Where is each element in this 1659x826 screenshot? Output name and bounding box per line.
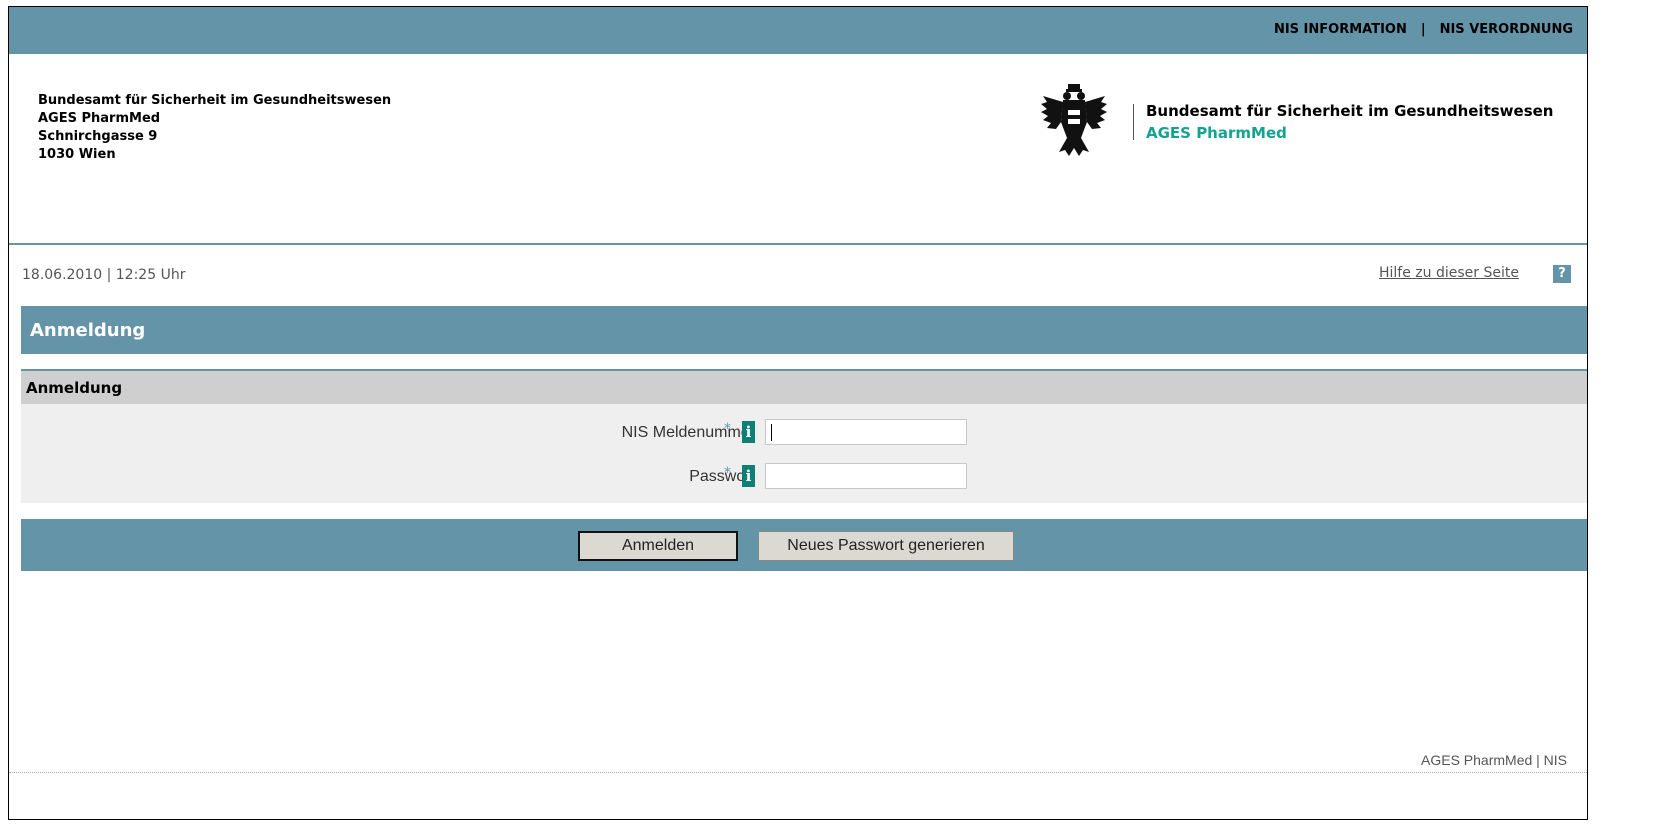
header-divider: [9, 243, 1587, 245]
logo-divider: [1133, 104, 1134, 140]
page-frame: NIS INFORMATION | NIS VERORDNUNG Bundesamt…: [8, 6, 1588, 820]
login-button[interactable]: Anmelden: [578, 531, 738, 561]
section-header: Anmeldung: [21, 371, 1587, 404]
required-marker: *: [724, 421, 731, 437]
date-time: 18.06.2010 | 12:25 Uhr: [22, 267, 186, 283]
meldenummer-input[interactable]: [765, 419, 967, 445]
login-section: Anmeldung NIS Meldenummer * i Passwort *…: [21, 369, 1587, 503]
info-icon[interactable]: i: [742, 465, 755, 487]
nav-separator: |: [1420, 22, 1426, 37]
help-icon[interactable]: ?: [1553, 265, 1571, 283]
nav-nis-information[interactable]: NIS INFORMATION: [1274, 22, 1407, 37]
required-marker: *: [724, 465, 731, 481]
address-org: Bundesamt für Sicherheit im Gesundheitsw…: [38, 93, 392, 108]
text-caret: [771, 424, 772, 441]
section-title: Anmeldung: [26, 379, 123, 397]
meldenummer-label: NIS Meldenummer: [621, 424, 755, 441]
address-block: Bundesamt für Sicherheit im Gesundheitsw…: [38, 92, 391, 164]
footer-text: AGES PharmMed | NIS: [1421, 752, 1568, 768]
button-bar: Anmelden Neues Passwort generieren: [21, 519, 1587, 571]
logo-dept-name: AGES PharmMed: [1146, 124, 1287, 142]
address-street: Schnirchgasse 9: [38, 129, 158, 144]
logo-org-name: Bundesamt für Sicherheit im Gesundheitsw…: [1146, 102, 1554, 120]
logo-text: Bundesamt für Sicherheit im Gesundheitsw…: [1146, 100, 1553, 144]
austrian-eagle-emblem-icon: [1039, 82, 1109, 158]
new-password-button[interactable]: Neues Passwort generieren: [758, 531, 1014, 561]
page-title-bar: Anmeldung: [21, 306, 1587, 354]
address-dept: AGES PharmMed: [38, 111, 161, 126]
form-row-meldenummer: NIS Meldenummer * i: [21, 419, 1587, 447]
help-link-wrap: Hilfe zu dieser Seite: [1379, 265, 1519, 281]
info-icon[interactable]: i: [742, 421, 755, 443]
page-title: Anmeldung: [30, 320, 146, 341]
form-row-passwort: Passwort * i: [21, 463, 1587, 491]
top-nav: NIS INFORMATION | NIS VERORDNUNG: [1274, 22, 1573, 37]
address-city: 1030 Wien: [38, 147, 116, 162]
nav-nis-verordnung[interactable]: NIS VERORDNUNG: [1440, 22, 1573, 37]
help-link[interactable]: Hilfe zu dieser Seite: [1379, 265, 1519, 281]
top-bar: NIS INFORMATION | NIS VERORDNUNG: [9, 7, 1587, 54]
passwort-input[interactable]: [765, 463, 967, 489]
footer-divider: [9, 772, 1587, 773]
